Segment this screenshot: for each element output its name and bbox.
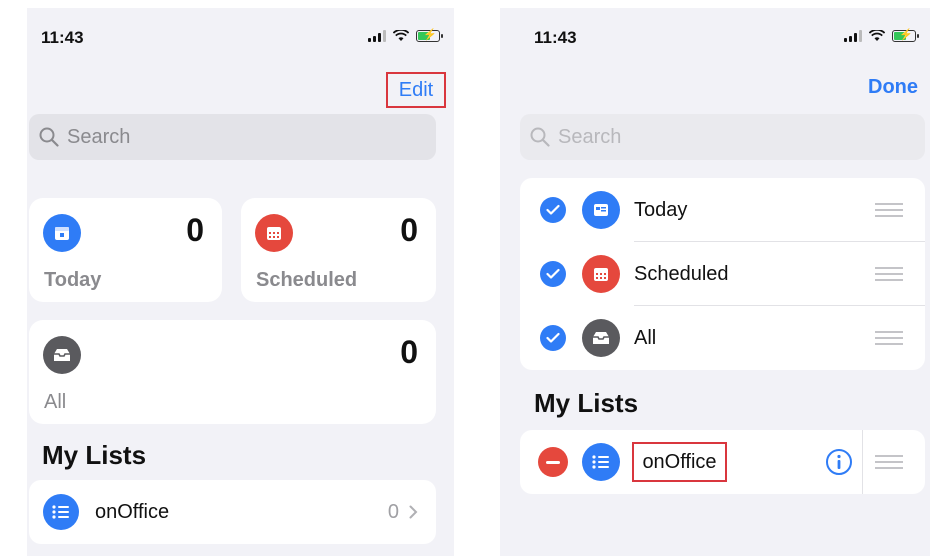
smart-list-label: Today <box>634 198 688 221</box>
cellular-signal-icon <box>844 30 862 42</box>
battery-icon: ⚡ <box>416 29 443 42</box>
tray-icon <box>43 336 81 374</box>
calendar-grid-icon <box>255 214 293 252</box>
smart-list-label: All <box>634 326 657 349</box>
list-bullet-icon <box>43 494 79 530</box>
calendar-icon <box>43 214 81 252</box>
checkmark-circle-icon[interactable] <box>540 197 566 223</box>
search-icon <box>39 127 59 147</box>
battery-icon: ⚡ <box>892 29 919 42</box>
reorder-handle-icon[interactable] <box>875 199 903 221</box>
scheduled-label: Scheduled <box>256 269 358 291</box>
list-item[interactable]: onOffice <box>520 430 925 494</box>
calendar-icon <box>582 191 620 229</box>
done-button[interactable]: Done <box>868 76 918 99</box>
list-count: 0 <box>387 500 399 523</box>
list-item[interactable]: onOffice 0 <box>29 480 436 544</box>
wifi-icon <box>393 30 409 41</box>
scheduled-smart-list-card[interactable]: 0 Scheduled <box>241 198 436 302</box>
status-time: 11:43 <box>41 28 84 47</box>
list-name: onOffice <box>95 500 170 523</box>
smart-list-row-scheduled[interactable]: Scheduled <box>520 242 925 306</box>
row-divider <box>862 430 863 494</box>
smart-list-row-all[interactable]: All <box>520 306 925 370</box>
reorder-handle-icon[interactable] <box>875 327 903 349</box>
search-input: Search <box>520 114 925 160</box>
search-icon <box>530 127 550 147</box>
search-placeholder: Search <box>558 125 622 148</box>
chevron-right-icon <box>409 505 418 519</box>
system-icons: ⚡ <box>368 29 443 42</box>
reminders-lists-screen: 11:43 ⚡ Edit Search 0 Today 0 Scheduled … <box>27 8 454 556</box>
reorder-handle-icon[interactable] <box>875 263 903 285</box>
status-time: 11:43 <box>534 28 577 47</box>
wifi-icon <box>869 30 885 41</box>
status-bar: 11:43 ⚡ <box>534 28 919 48</box>
list-name: onOffice <box>642 450 717 473</box>
edit-button[interactable]: Edit <box>386 72 446 108</box>
list-bullet-icon <box>582 443 620 481</box>
all-smart-list-card[interactable]: 0 All <box>29 320 436 424</box>
info-icon[interactable] <box>825 448 853 476</box>
today-count: 0 <box>186 212 204 248</box>
system-icons: ⚡ <box>844 29 919 42</box>
calendar-grid-icon <box>582 255 620 293</box>
cellular-signal-icon <box>368 30 386 42</box>
list-name-field[interactable]: onOffice <box>632 442 727 482</box>
smart-lists-group: Today Scheduled All <box>520 178 925 370</box>
all-label: All <box>44 391 67 413</box>
my-lists-title: My Lists <box>42 440 147 470</box>
checkmark-circle-icon[interactable] <box>540 325 566 351</box>
smart-list-row-today[interactable]: Today <box>520 178 925 242</box>
my-lists-title: My Lists <box>534 388 639 418</box>
search-input[interactable]: Search <box>29 114 436 160</box>
status-bar: 11:43 ⚡ <box>41 28 443 48</box>
today-smart-list-card[interactable]: 0 Today <box>29 198 222 302</box>
tray-icon <box>582 319 620 357</box>
reorder-handle-icon[interactable] <box>875 451 903 473</box>
reminders-edit-screen: 11:43 ⚡ Done Search Today Scheduled All … <box>500 8 930 556</box>
smart-list-label: Scheduled <box>634 262 729 285</box>
today-label: Today <box>44 269 102 291</box>
scheduled-count: 0 <box>400 212 418 248</box>
search-placeholder: Search <box>67 125 131 148</box>
checkmark-circle-icon[interactable] <box>540 261 566 287</box>
minus-circle-icon[interactable] <box>538 447 568 477</box>
all-count: 0 <box>400 334 418 370</box>
